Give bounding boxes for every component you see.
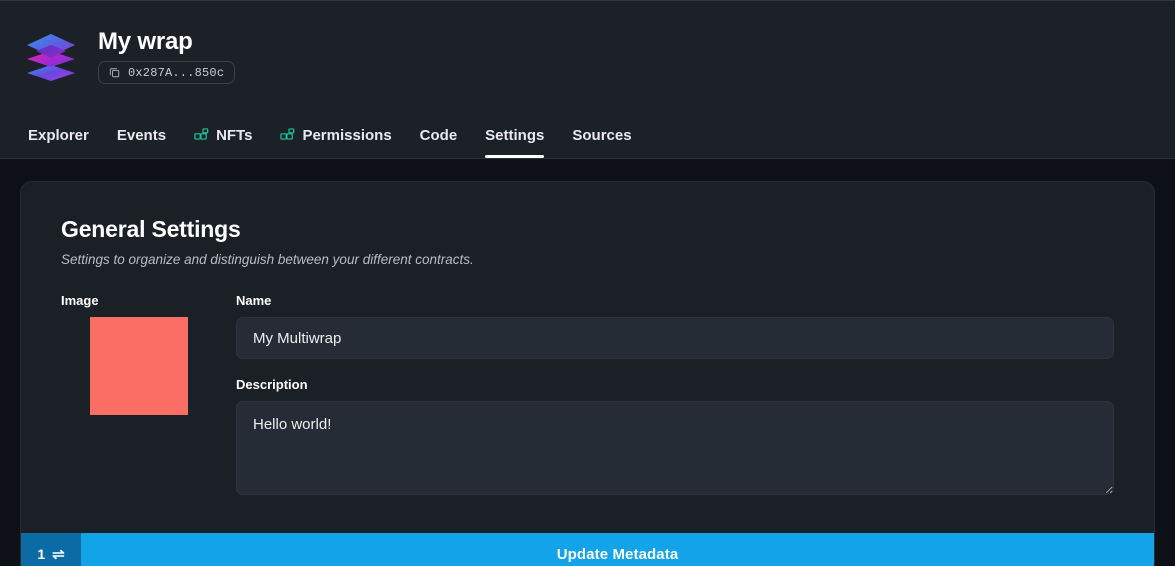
transaction-count-badge: 1 ⇌ [21,533,81,566]
tab-settings-label: Settings [485,128,544,143]
update-metadata-button[interactable]: Update Metadata [81,533,1154,566]
tab-sources[interactable]: Sources [558,112,645,158]
description-textarea[interactable] [236,401,1114,495]
tab-sources-label: Sources [572,128,631,143]
tab-events-label: Events [117,128,166,143]
contract-address-copy-button[interactable]: 0x287A...850c [98,61,235,84]
card-action-bar: 1 ⇌ Update Metadata [21,533,1154,566]
transaction-count-value: 1 [37,546,45,562]
tab-events[interactable]: Events [103,112,180,158]
app-header: My wrap 0x287A...850c [0,0,1175,112]
description-field-label: Description [236,377,1114,392]
tab-permissions[interactable]: Permissions [266,112,405,158]
tab-settings[interactable]: Settings [471,112,558,158]
brand-text: My wrap 0x287A...850c [98,29,235,84]
blocks-icon [194,128,209,143]
page-title: My wrap [98,29,235,54]
tab-code[interactable]: Code [406,112,472,158]
name-input[interactable] [236,317,1114,359]
image-field-group: Image [61,293,236,495]
tab-explorer[interactable]: Explorer [28,112,103,158]
tab-code-label: Code [420,128,458,143]
image-field-label: Image [61,293,236,308]
tab-nfts[interactable]: NFTs [180,112,266,158]
name-field-group: Name [236,293,1114,359]
blocks-icon [280,128,295,143]
exchange-arrows-icon: ⇌ [52,547,65,562]
description-field-group: Description [236,377,1114,495]
main-nav: Explorer Events NFTs Permissions Code Se… [0,112,1175,159]
card-title: General Settings [61,216,1114,243]
tab-nfts-label: NFTs [216,128,252,143]
name-field-label: Name [236,293,1114,308]
image-upload-preview[interactable] [90,317,188,415]
settings-form: Image Name Description [61,293,1114,495]
tab-explorer-label: Explorer [28,128,89,143]
main-content: General Settings Settings to organize an… [0,159,1175,566]
general-settings-body: General Settings Settings to organize an… [21,182,1154,533]
text-fields-group: Name Description [236,293,1114,495]
brand: My wrap 0x287A...850c [22,28,235,86]
tab-permissions-label: Permissions [302,128,391,143]
general-settings-card: General Settings Settings to organize an… [20,181,1155,566]
card-subtitle: Settings to organize and distinguish bet… [61,252,1114,267]
contract-address-text: 0x287A...850c [128,66,224,80]
copy-icon [109,67,120,78]
stacked-layers-icon [22,28,80,86]
